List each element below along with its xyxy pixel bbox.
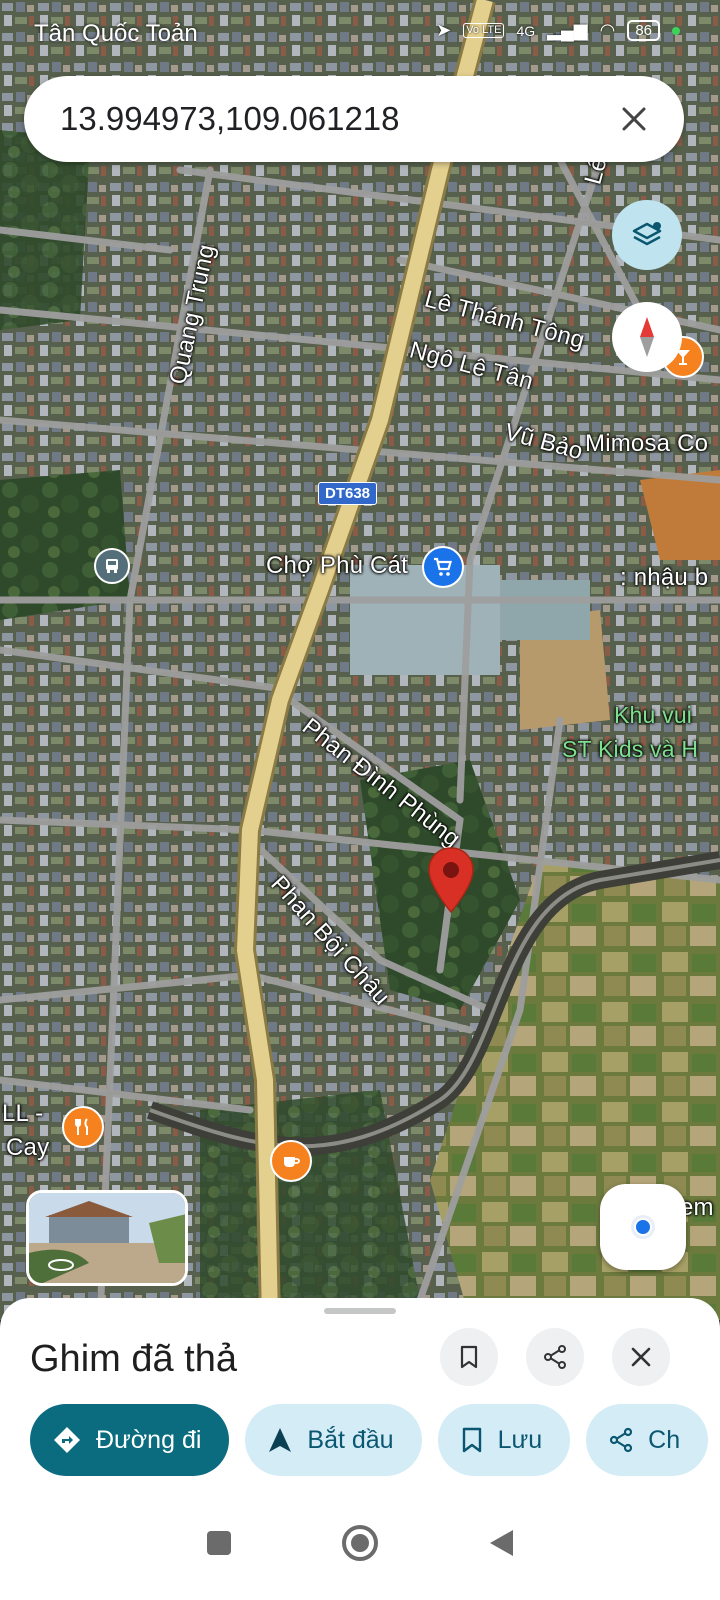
wifi-icon: ◠ (599, 20, 616, 40)
status-bar-text: Tân Quốc Toản (34, 20, 198, 47)
home-button[interactable] (341, 1524, 379, 1567)
start-button[interactable]: Bắt đầu (245, 1404, 422, 1476)
cafe-icon[interactable] (270, 1140, 312, 1182)
search-bar[interactable]: 13.994973,109.061218 (24, 76, 684, 162)
signal-icon: ▂▄▆ (547, 20, 588, 40)
share-icon (544, 1345, 566, 1369)
street-view-thumbnail[interactable] (26, 1190, 188, 1286)
share-label: Ch (648, 1425, 681, 1454)
network-type: 4G (516, 22, 536, 39)
volte-icon: Vo LTE (463, 23, 505, 38)
share-button[interactable] (526, 1328, 584, 1386)
close-icon[interactable] (604, 89, 664, 149)
back-icon (490, 1529, 513, 1556)
directions-button[interactable]: Đường đi (30, 1404, 230, 1476)
bookmark-icon (462, 1427, 481, 1453)
close-sheet-button[interactable] (612, 1328, 670, 1386)
compass-button[interactable] (612, 302, 682, 372)
layers-button[interactable] (612, 200, 682, 270)
place-label-kids-line1[interactable]: Khu vui (614, 702, 692, 729)
compass-icon (640, 317, 654, 357)
privacy-indicator-icon (672, 26, 680, 35)
navigation-arrow-icon (269, 1428, 292, 1452)
my-location-button[interactable] (600, 1184, 686, 1270)
place-label-market[interactable]: Chợ Phù Cát (266, 552, 408, 580)
directions-label: Đường đi (96, 1425, 202, 1454)
sheet-drag-handle[interactable] (324, 1308, 396, 1314)
bookmark-icon (460, 1345, 478, 1369)
back-button[interactable] (487, 1528, 515, 1563)
directions-icon (54, 1427, 80, 1453)
start-label: Bắt đầu (307, 1425, 394, 1454)
share-chip-button[interactable]: Ch (586, 1404, 709, 1476)
restaurant-icon[interactable] (62, 1106, 104, 1148)
save-label: Lưu (497, 1425, 543, 1454)
bus-stop-icon[interactable] (94, 548, 130, 584)
close-icon (631, 1347, 651, 1367)
save-button[interactable]: Lưu (437, 1404, 571, 1476)
system-navigation-bar (0, 1490, 720, 1600)
recents-button[interactable] (205, 1529, 233, 1562)
place-label-ll[interactable]: LL - (2, 1100, 43, 1128)
status-bar: Tân Quốc Toản ➤ Vo LTE 4G ▂▄▆ ◠ 86 (0, 0, 720, 64)
satellite-imagery (0, 0, 720, 1320)
recents-icon (207, 1530, 231, 1555)
route-badge-dt638: DT638 (318, 482, 378, 505)
place-label-kids-line2[interactable]: ST Kids và H (562, 736, 698, 763)
place-label-nhau[interactable]: : nhậu b (620, 564, 708, 592)
save-bookmark-button[interactable] (440, 1328, 498, 1386)
map-view[interactable]: Lê L Lê Thánh Tông Ngô Lê Tân Vũ Bảo Mim… (0, 0, 720, 1320)
place-title: Ghim đã thả (30, 1338, 237, 1380)
battery-icon: 86 (627, 20, 660, 41)
search-input[interactable]: 13.994973,109.061218 (60, 100, 604, 138)
my-location-icon (631, 1215, 655, 1239)
dropped-pin-icon[interactable] (426, 846, 476, 921)
home-icon (342, 1524, 378, 1561)
navigation-status-icon: ➤ (436, 20, 452, 40)
layers-icon (632, 222, 662, 246)
share-icon (610, 1427, 633, 1453)
place-label-mimosa[interactable]: Mimosa Co (585, 430, 708, 458)
shopping-cart-icon[interactable] (422, 546, 464, 588)
place-label-cay[interactable]: Cay (6, 1134, 49, 1162)
